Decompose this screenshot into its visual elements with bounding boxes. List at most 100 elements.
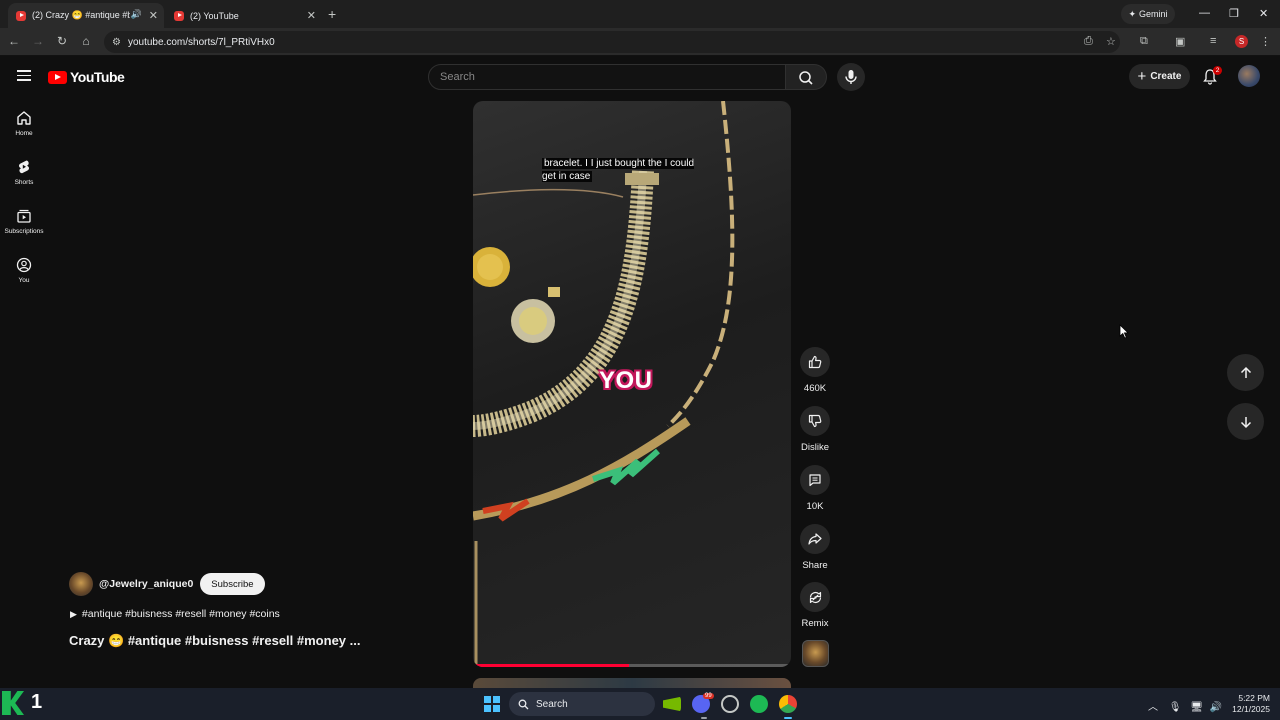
share-button[interactable]: Share (798, 524, 832, 571)
windows-start-icon[interactable] (484, 696, 500, 712)
restore-icon[interactable]: ❐ (1229, 7, 1239, 20)
steam-app-icon[interactable] (721, 695, 739, 713)
shorts-icon (19, 160, 29, 174)
taskbar-search-label: Search (536, 698, 568, 710)
clock-time: 5:22 PM (1238, 693, 1270, 703)
comment-count: 10K (806, 501, 824, 512)
side-panel-icon[interactable]: ▣ (1175, 35, 1185, 48)
like-count: 460K (803, 383, 827, 394)
url-text: youtube.com/shorts/7l_PRtiVHx0 (127, 36, 275, 48)
channel-avatar-button[interactable] (802, 640, 829, 667)
create-button[interactable]: + Create (1129, 64, 1190, 89)
next-short-preview[interactable] (473, 678, 791, 688)
microphone-icon (845, 70, 857, 84)
microphone-tray-icon[interactable]: 🎙 (1169, 702, 1182, 713)
reload-icon[interactable]: ↻ (54, 34, 70, 48)
profile-avatar[interactable]: S (1235, 35, 1248, 48)
windows-taskbar: 1 Search 99 ︿ 🎙 🖥 🔊 5:22 PM 12/1/2025 (0, 688, 1280, 720)
hashtags-line[interactable]: ▶ #antique #buisness #resell #money #coin… (70, 608, 280, 620)
back-icon[interactable]: ← (6, 34, 22, 48)
search-button[interactable] (786, 64, 827, 90)
channel-avatar[interactable] (69, 572, 93, 596)
dislike-label: Dislike (801, 442, 829, 453)
widget-number: 1 (31, 691, 43, 713)
kick-widget-icon[interactable] (2, 691, 24, 715)
bookmark-star-icon[interactable]: ☆ (1106, 35, 1116, 48)
account-avatar[interactable] (1238, 65, 1260, 87)
chrome-app-icon[interactable] (779, 695, 797, 713)
arrow-up-icon (1240, 366, 1251, 378)
video-progress-bar[interactable] (473, 664, 791, 667)
dislike-button[interactable]: Dislike (798, 406, 832, 453)
search-icon (518, 699, 529, 709)
site-info-icon[interactable]: ⚙ (112, 37, 121, 48)
taskbar-search[interactable]: Search (509, 692, 655, 716)
sidebar-item-home[interactable]: Home (0, 110, 48, 137)
hashtags-text: #antique #buisness #resell #money #coins (81, 608, 280, 620)
gemini-label: Gemini (1139, 9, 1168, 19)
home-icon (17, 111, 31, 125)
overlay-word: YOU (599, 367, 653, 394)
mouse-cursor-icon (1119, 324, 1129, 339)
browser-menu-icon[interactable]: ⋮ (1260, 35, 1271, 48)
hamburger-menu-icon[interactable] (17, 70, 31, 81)
home-browser-icon[interactable]: ⌂ (78, 34, 94, 48)
remix-button[interactable]: Remix (798, 582, 832, 629)
close-window-icon[interactable]: ✕ (1259, 7, 1268, 20)
next-short-button[interactable] (1227, 403, 1264, 440)
minimize-icon[interactable]: — (1199, 7, 1210, 19)
channel-row: @Jewelry_anique0 Subscribe (69, 572, 265, 596)
sidebar-item-label: Home (15, 130, 33, 137)
youtube-play-icon (48, 70, 67, 84)
sidebar-item-shorts[interactable]: Shorts (0, 159, 48, 186)
like-button[interactable]: 460K (798, 347, 832, 394)
thumbs-up-icon (808, 355, 822, 369)
spotify-app-icon[interactable] (750, 695, 768, 713)
gemini-button[interactable]: ✦ Gemini (1121, 4, 1175, 24)
youtube-logo[interactable]: YouTube (48, 69, 125, 85)
short-video-player[interactable]: bracelet. I I just bought the I could ge… (473, 101, 791, 667)
search-placeholder: Search (440, 71, 475, 83)
new-tab-icon[interactable]: + (328, 6, 336, 22)
extensions-icon[interactable]: ⧉ (1140, 35, 1148, 48)
forward-icon[interactable]: → (30, 34, 46, 48)
video-progress-fill (473, 664, 629, 667)
tab-title: (2) Crazy 😁 #antique #bui (32, 10, 130, 20)
nvidia-app-icon[interactable] (663, 696, 681, 712)
address-bar[interactable]: ⚙ youtube.com/shorts/7l_PRtiVHx0 (104, 31, 1120, 53)
share-label: Share (802, 560, 828, 571)
subscriptions-icon (17, 209, 31, 223)
short-title[interactable]: Crazy 😁 #antique #buisness #resell #mone… (69, 633, 360, 649)
install-app-icon[interactable]: ⎙ (1084, 35, 1093, 48)
share-arrow-icon (808, 533, 822, 545)
voice-search-button[interactable] (837, 63, 865, 91)
comment-icon (809, 474, 821, 487)
tab-youtube[interactable]: (2) YouTube ✕ (166, 3, 322, 28)
sidebar-item-you[interactable]: You (0, 257, 48, 284)
search-input[interactable]: Search (428, 64, 786, 90)
network-icon[interactable]: 🖥 (1190, 702, 1203, 713)
youtube-wordmark: YouTube (70, 69, 125, 85)
remix-label: Remix (801, 618, 829, 629)
youtube-favicon-icon (16, 10, 26, 21)
media-controls-icon[interactable]: ≡ (1210, 35, 1216, 47)
subscribe-button[interactable]: Subscribe (200, 573, 265, 595)
tray-chevron-icon[interactable]: ︿ (1148, 702, 1158, 713)
close-tab-icon[interactable]: ✕ (307, 9, 316, 22)
create-label: Create (1150, 71, 1182, 82)
notification-badge: 2 (1213, 66, 1222, 75)
volume-icon[interactable]: 🔊 (1210, 702, 1222, 713)
close-tab-icon[interactable]: ✕ (149, 9, 158, 22)
previous-short-button[interactable] (1227, 354, 1264, 391)
taskbar-clock[interactable]: 5:22 PM 12/1/2025 (1226, 693, 1270, 715)
tab-title: (2) YouTube (190, 10, 239, 21)
tab-shorts[interactable]: (2) Crazy 😁 #antique #bui 🔊 ✕ (8, 3, 164, 28)
sidebar-item-subscriptions[interactable]: Subscriptions (0, 208, 48, 235)
arrow-down-icon (1240, 416, 1251, 428)
comments-button[interactable]: 10K (798, 465, 832, 512)
speaker-icon[interactable]: 🔊 (131, 9, 142, 20)
remix-icon (809, 591, 821, 603)
discord-badge: 99 (703, 693, 714, 699)
channel-handle[interactable]: @Jewelry_anique0 (99, 578, 193, 590)
browser-toolbar: ← → ↻ ⌂ ⚙ youtube.com/shorts/7l_PRtiVHx0… (0, 28, 1280, 56)
